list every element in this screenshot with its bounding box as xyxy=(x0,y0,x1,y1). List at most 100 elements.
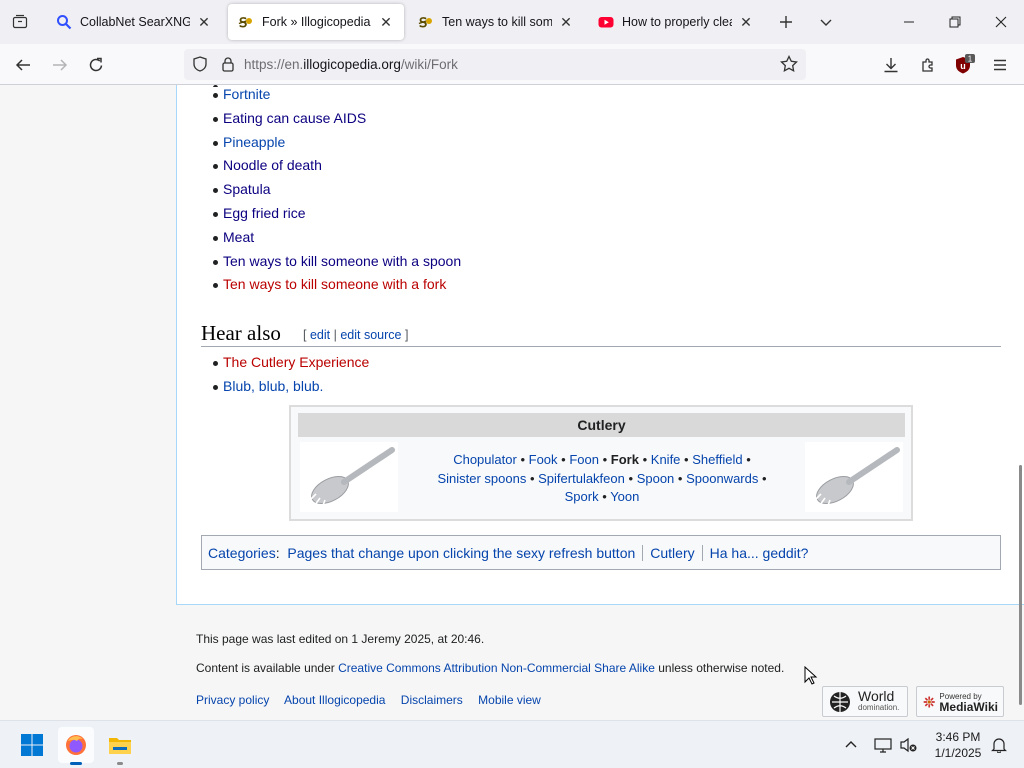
navbox-link[interactable]: Spoonwards xyxy=(686,471,758,486)
navbox-link[interactable]: Fook xyxy=(529,452,558,467)
navbox-link[interactable]: Sheffield xyxy=(692,452,742,467)
tab-title: How to properly clean xyxy=(622,15,732,29)
new-tab-icon[interactable] xyxy=(774,10,798,34)
page-scrollbar-thumb[interactable] xyxy=(1019,465,1022,705)
tab-title: Fork » Illogicopedia - T xyxy=(262,15,372,29)
privacy-policy-link[interactable]: Privacy policy xyxy=(196,693,269,707)
navbox-link[interactable]: Spifertulakfeon xyxy=(538,471,625,486)
minimize-icon[interactable] xyxy=(886,0,932,44)
about-link[interactable]: About Illogicopedia xyxy=(284,693,385,707)
list-item[interactable]: Egg fried rice xyxy=(213,202,461,226)
category-separator xyxy=(701,544,703,561)
lock-icon[interactable] xyxy=(220,56,236,75)
spork-image-right xyxy=(805,442,903,512)
illogicopedia-favicon-icon: Ꞩ xyxy=(418,14,434,30)
bookmark-star-icon[interactable] xyxy=(780,54,798,76)
list-item[interactable]: Spatula xyxy=(213,178,461,202)
reload-icon[interactable] xyxy=(83,52,109,78)
category-separator xyxy=(642,544,644,561)
youtube-favicon-icon xyxy=(598,14,614,30)
cutlery-navbox: Cutlery Chopulator • Fook • Foon • Fork … xyxy=(289,405,913,521)
related-list: Fortnite Eating can cause AIDS Pineapple… xyxy=(213,85,461,297)
windows-start-icon[interactable] xyxy=(14,727,50,763)
mouse-cursor-icon xyxy=(804,665,818,689)
illogicopedia-favicon-icon: Ꞩ xyxy=(238,14,254,30)
tab-title: Ten ways to kill someo xyxy=(442,15,552,29)
mediawiki-flower-icon xyxy=(923,695,935,708)
category-links: Categories: Pages that change upon click… xyxy=(201,535,1001,570)
extensions-icon[interactable] xyxy=(915,52,941,78)
file-explorer-taskbar-icon[interactable] xyxy=(102,727,138,765)
firefox-taskbar-icon[interactable] xyxy=(58,727,94,765)
active-app-indicator xyxy=(70,762,82,765)
close-icon[interactable]: ✕ xyxy=(558,14,574,30)
world-domination-badge[interactable]: World domination. xyxy=(822,686,908,717)
close-icon[interactable]: ✕ xyxy=(196,14,212,30)
ublock-origin-icon[interactable]: u1 xyxy=(951,52,977,78)
navbox-title: Cutlery xyxy=(298,413,905,437)
license-link[interactable]: Creative Commons Attribution Non-Commerc… xyxy=(338,661,655,675)
last-edited-text: This page was last edited on 1 Jeremy 20… xyxy=(196,632,485,646)
disclaimers-link[interactable]: Disclaimers xyxy=(401,693,463,707)
section-heading-hear-also: Hear also [ edit | edit source ] xyxy=(201,321,1001,347)
tab-ten-ways[interactable]: Ꞩ Ten ways to kill someo ✕ xyxy=(408,4,584,40)
globe-logo-icon xyxy=(830,691,850,712)
navbox-link[interactable]: Foon xyxy=(569,452,599,467)
tab-title: CollabNet SearXNG xyxy=(80,15,190,29)
edit-source-link[interactable]: edit source xyxy=(340,328,401,342)
system-clock[interactable]: 3:46 PM 1/1/2025 xyxy=(926,729,990,761)
edit-section-links: [ edit | edit source ] xyxy=(303,328,409,342)
list-item[interactable]: Pineapple xyxy=(213,131,461,155)
list-item[interactable]: The Cutlery Experience xyxy=(213,351,369,375)
list-item[interactable]: Noodle of death xyxy=(213,154,461,178)
edit-link[interactable]: edit xyxy=(310,328,330,342)
mobile-view-link[interactable]: Mobile view xyxy=(478,693,541,707)
list-item[interactable]: Ten ways to kill someone with a spoon xyxy=(213,250,461,274)
notification-bell-icon[interactable] xyxy=(984,727,1014,763)
list-item[interactable]: Blub, blub, blub. xyxy=(213,375,369,399)
license-text: Content is available under Creative Comm… xyxy=(196,661,785,675)
running-app-indicator xyxy=(117,762,123,765)
navigation-toolbar: https://en.illogicopedia.org/wiki/Fork u… xyxy=(0,44,1024,85)
navbox-link[interactable]: Chopulator xyxy=(453,452,517,467)
download-icon[interactable] xyxy=(878,52,904,78)
volume-muted-icon[interactable] xyxy=(894,727,924,763)
url-text[interactable]: https://en.illogicopedia.org/wiki/Fork xyxy=(244,57,458,72)
navbox-link[interactable]: Yoon xyxy=(610,489,639,504)
close-window-icon[interactable] xyxy=(978,0,1024,44)
chevron-down-icon[interactable] xyxy=(814,10,838,34)
powered-by-mediawiki-badge[interactable]: Powered by MediaWiki xyxy=(916,686,1004,717)
forward-arrow-icon[interactable] xyxy=(47,52,73,78)
page-viewport: Splon says the fork Fortnite Eating can … xyxy=(0,85,1024,720)
navbox-link[interactable]: Knife xyxy=(651,452,681,467)
spork-image-left xyxy=(300,442,398,512)
chevron-up-icon[interactable] xyxy=(834,727,868,763)
list-item[interactable]: Fortnite xyxy=(213,85,461,107)
navbox-link[interactable]: Spoon xyxy=(637,471,675,486)
hamburger-menu-icon[interactable] xyxy=(987,52,1013,78)
tracking-protection-shield-icon[interactable] xyxy=(192,56,208,75)
navbox-link[interactable]: Spork xyxy=(565,489,599,504)
close-icon[interactable]: ✕ xyxy=(738,14,754,30)
list-item[interactable]: Ten ways to kill someone with a fork xyxy=(213,273,461,297)
footer-links: Privacy policy About Illogicopedia Discl… xyxy=(196,693,553,707)
tab-youtube[interactable]: How to properly clean ✕ xyxy=(588,4,764,40)
category-link[interactable]: Ha ha... geddit? xyxy=(710,545,809,561)
back-arrow-icon[interactable] xyxy=(10,52,36,78)
list-item[interactable]: Eating can cause AIDS xyxy=(213,107,461,131)
navbox-links: Chopulator • Fook • Foon • Fork • Knife … xyxy=(427,451,777,507)
svg-text:1: 1 xyxy=(968,55,973,64)
article-content: Splon says the fork Fortnite Eating can … xyxy=(176,85,1024,605)
tab-list-icon[interactable] xyxy=(8,10,32,34)
close-icon[interactable]: ✕ xyxy=(378,14,394,30)
category-link[interactable]: Pages that change upon clicking the sexy… xyxy=(287,545,635,561)
restore-icon[interactable] xyxy=(932,0,978,44)
category-link[interactable]: Cutlery xyxy=(650,545,694,561)
tab-searxng[interactable]: CollabNet SearXNG ✕ xyxy=(46,4,222,40)
svg-text:u: u xyxy=(960,61,966,71)
categories-label-link[interactable]: Categories xyxy=(208,545,276,561)
navbox-link[interactable]: Sinister spoons xyxy=(437,471,526,486)
tab-fork[interactable]: Ꞩ Fork » Illogicopedia - T ✕ xyxy=(228,4,404,40)
list-item[interactable]: Meat xyxy=(213,226,461,250)
address-bar[interactable]: https://en.illogicopedia.org/wiki/Fork xyxy=(184,49,806,80)
